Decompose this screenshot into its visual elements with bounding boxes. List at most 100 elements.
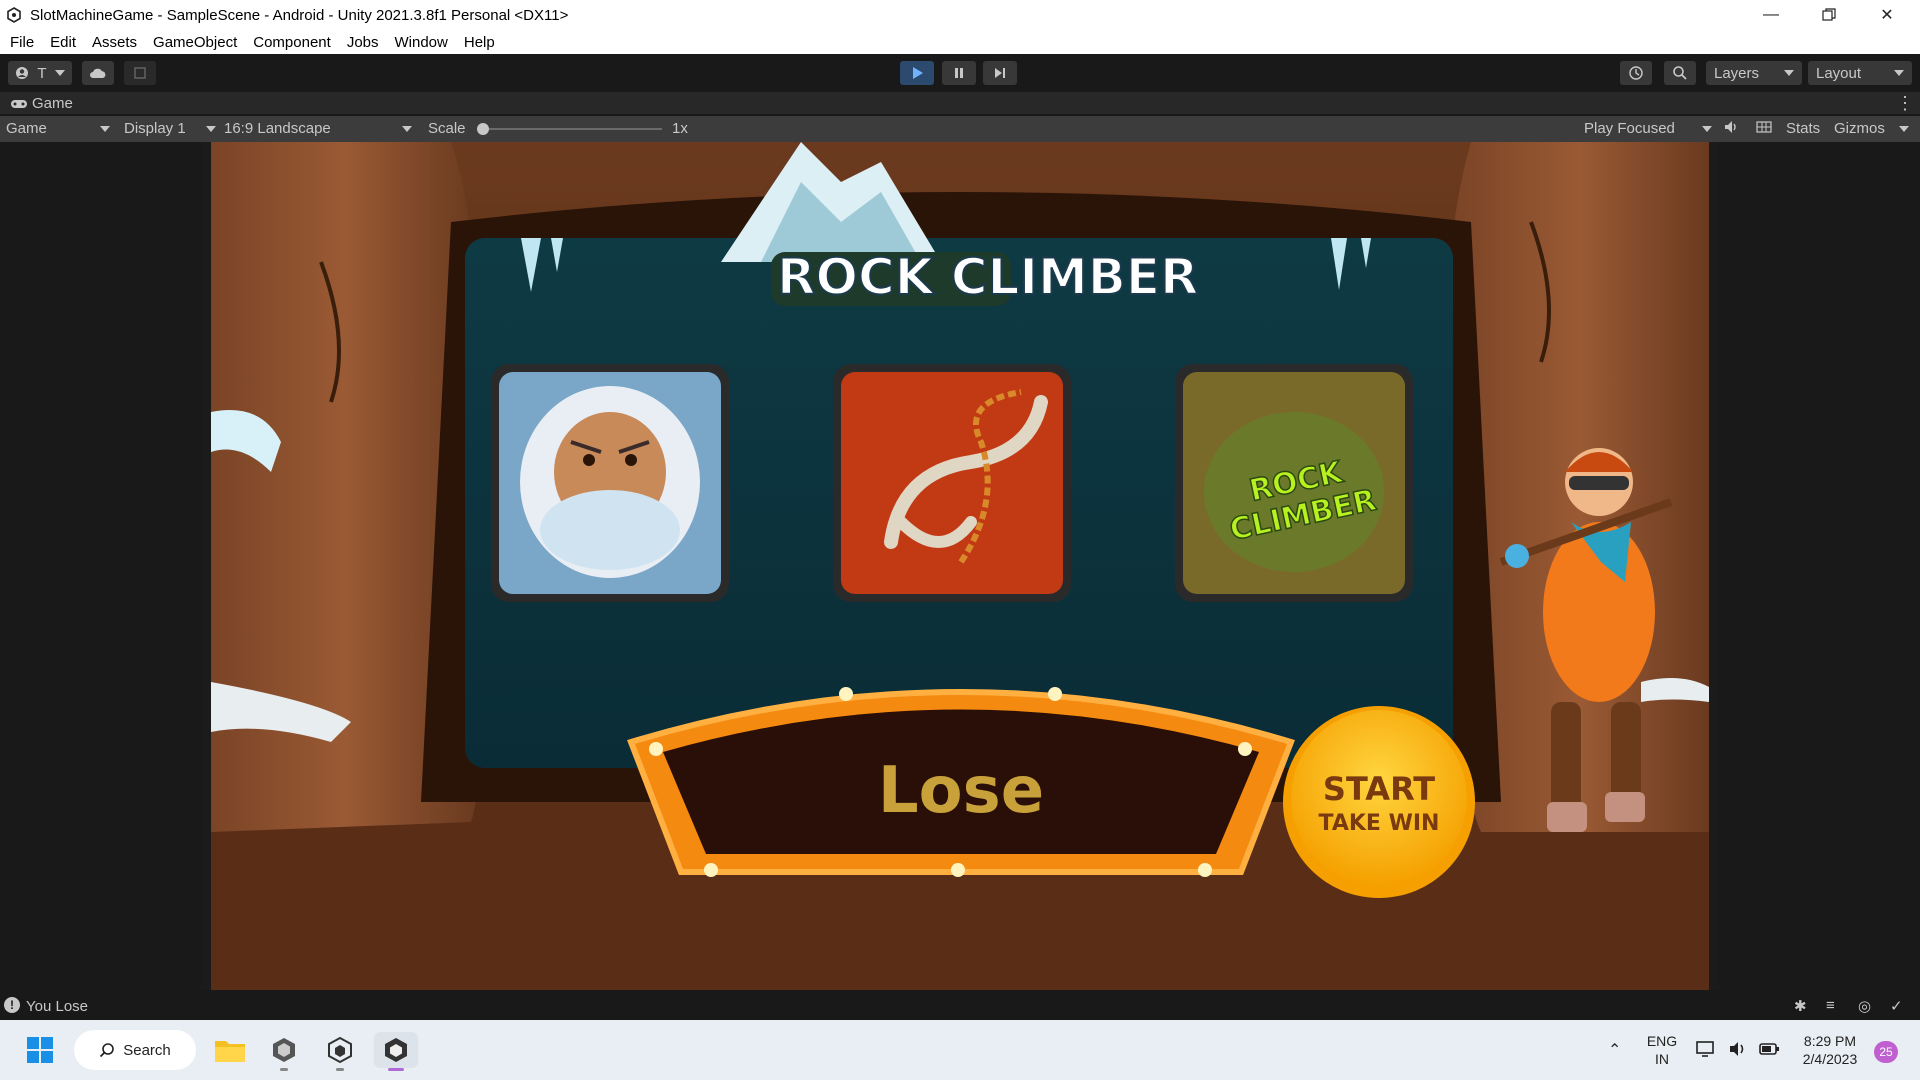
view-select[interactable]: Game — [6, 120, 110, 137]
window-title: SlotMachineGame - SampleScene - Android … — [30, 6, 569, 24]
battery-icon[interactable] — [1758, 1040, 1780, 1063]
step-icon — [995, 68, 1005, 78]
unity-editor-icon — [385, 1038, 407, 1062]
reel-slot-1 — [491, 364, 729, 602]
chevron-down-icon — [206, 125, 216, 132]
play-mode-select[interactable]: Play Focused — [1584, 120, 1712, 137]
menu-bar: File Edit Assets GameObject Component Jo… — [0, 30, 1920, 54]
volume-icon[interactable] — [1728, 1040, 1748, 1063]
network-icon[interactable] — [1696, 1040, 1716, 1063]
close-button[interactable]: ✕ — [1858, 0, 1916, 30]
search-button[interactable] — [1664, 61, 1696, 85]
grid-toggle[interactable] — [1756, 120, 1772, 134]
windows-logo-icon — [27, 1037, 53, 1063]
menu-edit[interactable]: Edit — [50, 34, 76, 51]
tab-game-label: Game — [32, 95, 73, 112]
window-titlebar: SlotMachineGame - SampleScene - Android … — [0, 0, 1920, 30]
collab-button[interactable] — [124, 61, 156, 85]
stats-button[interactable]: Stats — [1786, 120, 1820, 137]
chevron-down-icon — [1784, 70, 1794, 76]
audio-toggle[interactable] — [1724, 120, 1740, 134]
gizmos-button[interactable]: Gizmos — [1834, 120, 1909, 137]
display-select[interactable]: Display 1 — [124, 120, 216, 137]
play-mode-label: Play Focused — [1584, 120, 1675, 137]
menu-file[interactable]: File — [10, 34, 34, 51]
game-control-bar: Game Display 1 16:9 Landscape Scale 1x P… — [0, 116, 1920, 142]
display-select-label: Display 1 — [124, 120, 186, 137]
tab-game[interactable]: Game — [10, 95, 73, 112]
unity-editor-button[interactable] — [374, 1032, 418, 1071]
grid-icon — [1756, 121, 1772, 133]
os-taskbar: Search ⌃ ENG IN 8:29 PM 2/4/2023 — [0, 1020, 1920, 1080]
game-title: ROCK CLIMBER — [777, 248, 1199, 306]
layers-status-icon[interactable]: ≡ — [1826, 997, 1835, 1014]
game-render[interactable]: ROCK CLIMBER ROCK CLIMBER Lose START TAK… — [201, 142, 1719, 990]
speaker-icon — [1725, 121, 1736, 133]
chevron-down-icon — [100, 125, 110, 132]
restore-icon — [1822, 8, 1836, 21]
restore-button[interactable] — [1800, 0, 1858, 30]
unity-cube-icon — [328, 1036, 352, 1064]
menu-gameobject[interactable]: GameObject — [153, 34, 237, 51]
game-tab-bar: Game ⋮ — [0, 92, 1920, 114]
language-indicator[interactable]: ENG IN — [1644, 1032, 1680, 1068]
file-explorer-button[interactable] — [210, 1032, 250, 1068]
result-board: Lose — [627, 687, 1295, 877]
pause-button[interactable] — [942, 61, 976, 85]
windows-start-button[interactable] — [20, 1032, 60, 1068]
account-button[interactable]: T — [8, 61, 72, 85]
layers-dropdown[interactable]: Layers — [1706, 61, 1802, 85]
language-bottom: IN — [1655, 1051, 1669, 1067]
menu-help[interactable]: Help — [464, 34, 495, 51]
clock-time: 8:29 PM — [1803, 1033, 1857, 1049]
cloud-button[interactable] — [82, 61, 114, 85]
info-icon: ! — [4, 997, 20, 1013]
play-button[interactable] — [900, 61, 934, 85]
chevron-down-icon — [1702, 125, 1712, 132]
game-viewport: ROCK CLIMBER ROCK CLIMBER Lose START TAK… — [0, 142, 1920, 990]
layout-dropdown[interactable]: Layout — [1808, 61, 1912, 85]
chevron-down-icon — [402, 125, 412, 132]
view-border-right — [1709, 142, 1719, 990]
menu-assets[interactable]: Assets — [92, 34, 137, 51]
taskbar-search-label: Search — [123, 1041, 171, 1059]
more-options-icon[interactable]: ⋮ — [1896, 93, 1914, 114]
menu-jobs[interactable]: Jobs — [347, 34, 379, 51]
notification-badge[interactable]: 25 — [1874, 1041, 1898, 1063]
history-icon — [1629, 66, 1643, 80]
reel-slot-3: ROCK CLIMBER — [1175, 364, 1413, 602]
status-message[interactable]: You Lose — [26, 998, 88, 1015]
menu-window[interactable]: Window — [395, 34, 448, 51]
scale-label: Scale — [428, 120, 466, 137]
scale-value: 1x — [672, 120, 688, 137]
account-label: T — [37, 64, 47, 82]
unity-hub-icon — [273, 1038, 295, 1062]
menu-component[interactable]: Component — [253, 34, 331, 51]
history-button[interactable] — [1620, 61, 1652, 85]
scale-slider-track[interactable] — [480, 128, 662, 130]
pause-icon — [955, 68, 963, 78]
clock[interactable]: 8:29 PM 2/4/2023 — [1792, 1032, 1868, 1068]
view-border-left — [201, 142, 211, 990]
search-icon — [100, 1043, 115, 1058]
play-icon — [913, 67, 923, 79]
taskbar-search[interactable]: Search — [74, 1030, 196, 1070]
unity-app-button[interactable] — [320, 1032, 360, 1071]
take-win-label: TAKE WIN — [1319, 811, 1440, 836]
minimize-button[interactable]: — — [1742, 0, 1800, 30]
start-button[interactable]: START TAKE WIN — [1283, 706, 1475, 898]
check-status-icon[interactable]: ✓ — [1890, 997, 1903, 1015]
scale-slider-handle[interactable] — [477, 123, 489, 135]
aspect-select-label: 16:9 Landscape — [224, 120, 331, 137]
network-status-icon[interactable]: ◎ — [1858, 997, 1871, 1015]
cloud-icon — [90, 68, 106, 78]
aspect-select[interactable]: 16:9 Landscape — [224, 120, 412, 137]
unity-logo-icon — [7, 7, 21, 23]
result-text: Lose — [878, 754, 1044, 828]
unity-hub-button[interactable] — [264, 1032, 304, 1071]
account-icon — [16, 67, 29, 79]
view-select-label: Game — [6, 120, 47, 137]
step-button[interactable] — [983, 61, 1017, 85]
chevron-up-icon[interactable]: ⌃ — [1608, 1040, 1621, 1060]
bug-icon[interactable]: ✱ — [1794, 997, 1807, 1015]
